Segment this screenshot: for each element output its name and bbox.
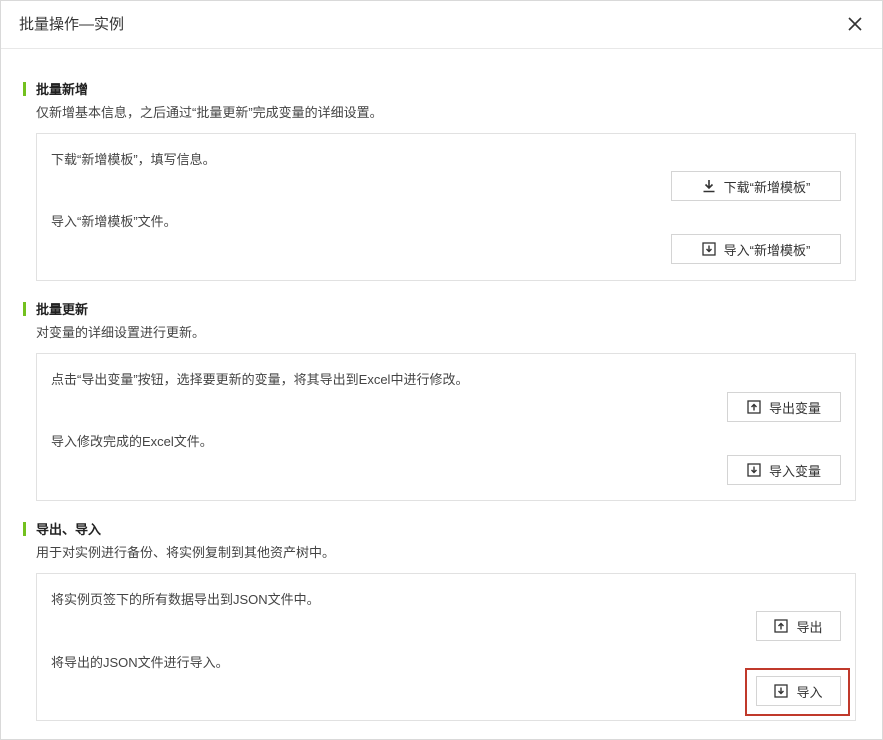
section-panel: 点击“导出变量”按钮，选择要更新的变量，将其导出到Excel中进行修改。 导出变… — [36, 353, 856, 501]
section-panel: 下载“新增模板”，填写信息。 下载“新增模板” 导入“新增模板”文件。 导入“新… — [36, 133, 856, 281]
row-text: 导入修改完成的Excel文件。 — [51, 434, 213, 449]
row-text: 下载“新增模板”，填写信息。 — [51, 152, 216, 167]
dialog-title: 批量操作—实例 — [19, 16, 125, 33]
export-icon — [774, 619, 789, 633]
button-label: 导出变量 — [768, 400, 821, 416]
button-label: 下载“新增模板” — [723, 179, 811, 195]
section-description: 对变量的详细设置进行更新。 — [36, 325, 206, 340]
import-variables-button[interactable]: 导入变量 — [727, 455, 841, 485]
import-icon — [702, 242, 716, 256]
download-template-button[interactable]: 下载“新增模板” — [671, 171, 841, 201]
section-batch-update: 批量更新 对变量的详细设置进行更新。 点击“导出变量”按钮，选择要更新的变量，将… — [23, 299, 856, 501]
download-icon — [702, 179, 716, 193]
button-label: 导出 — [796, 619, 823, 635]
section-description: 仅新增基本信息，之后通过“批量更新”完成变量的详细设置。 — [36, 105, 383, 120]
export-icon — [747, 400, 761, 414]
section-accent-bar — [23, 82, 26, 96]
import-button[interactable]: 导入 — [756, 676, 841, 706]
button-label: 导入“新增模板” — [723, 242, 811, 258]
section-title: 批量更新 — [36, 302, 89, 317]
section-title: 批量新增 — [36, 82, 89, 97]
export-button[interactable]: 导出 — [756, 611, 841, 641]
section-batch-add: 批量新增 仅新增基本信息，之后通过“批量更新”完成变量的详细设置。 下载“新增模… — [23, 79, 856, 281]
import-template-button[interactable]: 导入“新增模板” — [671, 234, 841, 264]
dialog-header: 批量操作—实例 — [1, 1, 882, 49]
batch-operation-dialog: 批量操作—实例 批量新增 仅新增基本信息，之后通过“批量更新”完成变量的详细设置… — [0, 0, 883, 740]
section-export-import: 导出、导入 用于对实例进行备份、将实例复制到其他资产树中。 将实例页签下的所有数… — [23, 519, 856, 721]
section-accent-bar — [23, 522, 26, 536]
import-icon — [747, 463, 761, 477]
import-icon — [774, 684, 789, 698]
button-label: 导入变量 — [768, 463, 821, 479]
section-panel: 将实例页签下的所有数据导出到JSON文件中。 导出 将导出的JSON文件进行导入… — [36, 573, 856, 721]
row-text: 点击“导出变量”按钮，选择要更新的变量，将其导出到Excel中进行修改。 — [51, 372, 469, 387]
section-title: 导出、导入 — [36, 522, 102, 537]
section-description: 用于对实例进行备份、将实例复制到其他资产树中。 — [36, 545, 336, 560]
close-icon[interactable] — [846, 15, 864, 33]
row-text: 导入“新增模板”文件。 — [51, 214, 177, 229]
button-label: 导入 — [796, 684, 823, 700]
section-accent-bar — [23, 302, 26, 316]
row-text: 将实例页签下的所有数据导出到JSON文件中。 — [51, 592, 320, 607]
export-variables-button[interactable]: 导出变量 — [727, 392, 841, 422]
row-text: 将导出的JSON文件进行导入。 — [51, 655, 229, 670]
